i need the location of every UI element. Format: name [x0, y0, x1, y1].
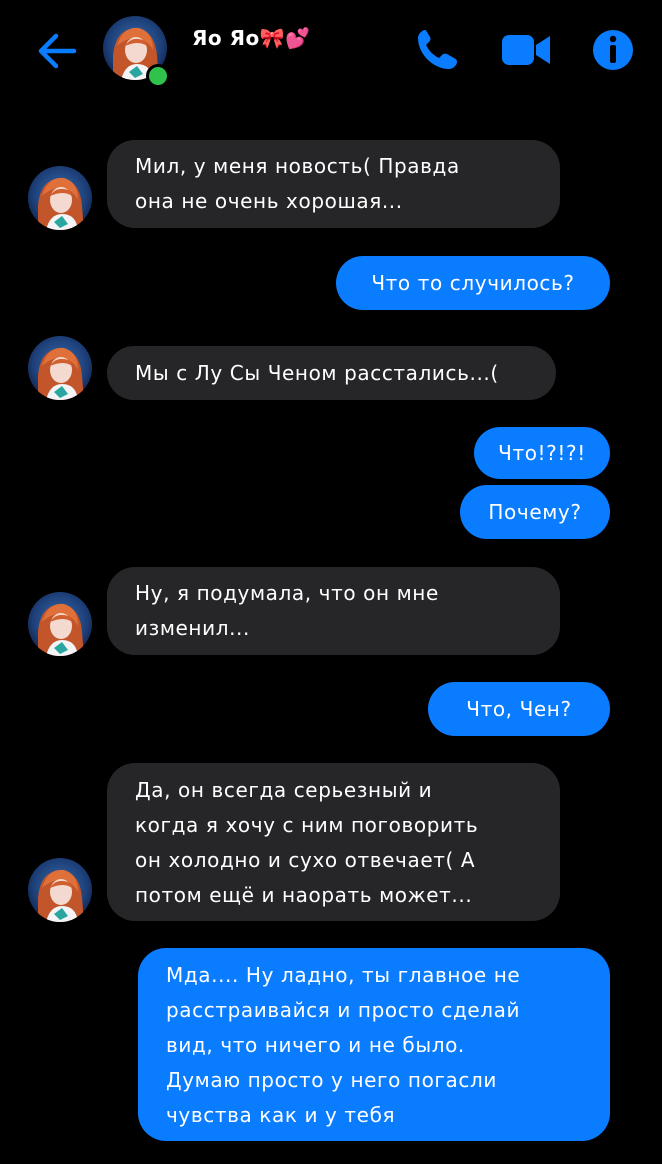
message-text: Мы с Лу Сы Ченом расстались...(	[135, 361, 499, 385]
message-text: Что то случилось?	[371, 271, 575, 295]
contact-avatar-small[interactable]	[28, 858, 92, 922]
back-arrow-icon[interactable]	[36, 30, 78, 72]
message-text: чувства как и у тебя	[166, 1103, 396, 1127]
incoming-message[interactable]: Да, он всегда серьезный и когда я хочу с…	[107, 763, 560, 921]
outgoing-message[interactable]: Что!?!?!	[474, 427, 610, 479]
incoming-message[interactable]: Мы с Лу Сы Ченом расстались...(	[107, 346, 556, 400]
message-text: изменил...	[135, 616, 250, 640]
contact-avatar-small[interactable]	[28, 592, 92, 656]
message-text: Мил, у меня новость( Правда	[135, 154, 460, 178]
phone-icon[interactable]	[413, 26, 461, 74]
video-camera-icon[interactable]	[500, 26, 550, 74]
message-text: Думаю просто у него погасли	[166, 1068, 497, 1092]
message-text: Что!?!?!	[498, 441, 586, 465]
incoming-message[interactable]: Ну, я подумала, что он мне изменил...	[107, 567, 560, 655]
message-text: Мда.... Ну ладно, ты главное не	[166, 963, 521, 987]
message-text: потом ещё и наорать может...	[135, 883, 473, 907]
message-text: когда я хочу с ним поговорить	[135, 813, 479, 837]
outgoing-message[interactable]: Что то случилось?	[336, 256, 610, 310]
message-text: она не очень хорошая...	[135, 189, 403, 213]
message-text: вид, что ничего и не было.	[166, 1033, 465, 1057]
message-text: Что, Чен?	[466, 697, 572, 721]
message-text: он холодно и сухо отвечает( А	[135, 848, 476, 872]
info-icon[interactable]	[591, 26, 639, 74]
outgoing-message[interactable]: Что, Чен?	[428, 682, 610, 736]
contact-name[interactable]: Яо Яо🎀💕	[192, 26, 311, 50]
online-status-indicator	[146, 64, 170, 88]
chat-header: Яо Яо🎀💕	[0, 0, 662, 110]
contact-avatar-small[interactable]	[28, 336, 92, 400]
message-text: Почему?	[488, 500, 582, 524]
message-text: Ну, я подумала, что он мне	[135, 581, 439, 605]
outgoing-message[interactable]: Мда.... Ну ладно, ты главное не расстраи…	[138, 948, 610, 1141]
message-text: Да, он всегда серьезный и	[135, 778, 433, 802]
contact-avatar-small[interactable]	[28, 166, 92, 230]
incoming-message[interactable]: Мил, у меня новость( Правда она не очень…	[107, 140, 560, 228]
outgoing-message[interactable]: Почему?	[460, 485, 610, 539]
message-text: расстраивайся и просто сделай	[166, 998, 521, 1022]
